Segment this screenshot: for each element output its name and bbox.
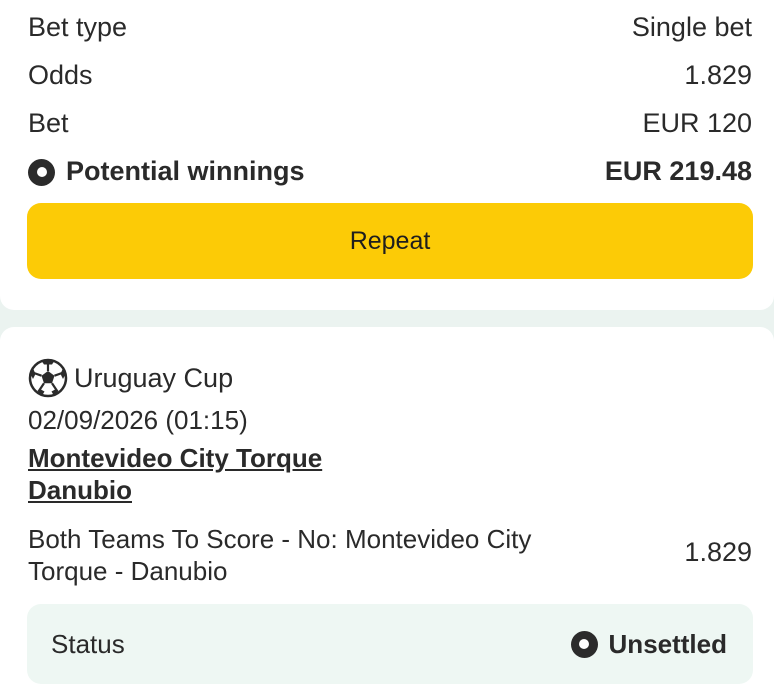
odds-label: Odds bbox=[28, 59, 93, 90]
potential-winnings-value: EUR 219.48 bbox=[604, 155, 752, 186]
selection-odds: 1.829 bbox=[684, 537, 752, 567]
league-name: Uruguay Cup bbox=[74, 362, 234, 393]
status-value: Unsettled bbox=[608, 628, 727, 659]
event-datetime: 02/09/2026 (01:15) bbox=[28, 405, 248, 435]
bet-amount-label: Bet bbox=[28, 107, 69, 138]
status-value-wrap: Unsettled bbox=[570, 628, 727, 660]
bet-summary-card: Bet type Single bet Odds 1.829 Bet EUR 1… bbox=[0, 0, 774, 310]
potential-winnings-row: Potential winnings EUR 219.48 bbox=[28, 151, 752, 191]
status-indicator-icon bbox=[570, 630, 598, 658]
status-label: Status bbox=[51, 628, 125, 659]
league-header: Uruguay Cup bbox=[28, 358, 233, 398]
bet-amount-value: EUR 120 bbox=[642, 107, 752, 138]
match-home-team: Montevideo City Torque bbox=[28, 443, 323, 473]
repeat-button[interactable]: Repeat bbox=[27, 203, 753, 279]
market-line-2: Torque - Danubio bbox=[28, 556, 228, 586]
soccer-ball-icon bbox=[28, 358, 68, 398]
market-selection: Both Teams To Score - No: Montevideo Cit… bbox=[28, 523, 608, 587]
market-line-1: Both Teams To Score - No: Montevideo Cit… bbox=[28, 524, 532, 554]
bet-type-label: Bet type bbox=[28, 11, 128, 42]
match-link[interactable]: Montevideo City Torque Danubio bbox=[28, 442, 358, 506]
odds-value: 1.829 bbox=[684, 59, 752, 90]
bet-type-row: Bet type Single bet bbox=[28, 7, 752, 47]
bet-type-value: Single bet bbox=[631, 11, 752, 42]
potential-winnings-label-wrap: Potential winnings bbox=[28, 156, 305, 187]
odds-row: Odds 1.829 bbox=[28, 55, 752, 95]
radio-indicator-icon bbox=[28, 158, 55, 186]
match-away-team: Danubio bbox=[28, 475, 132, 505]
status-box: Status Unsettled bbox=[27, 604, 753, 684]
bet-amount-row: Bet EUR 120 bbox=[28, 103, 752, 143]
potential-winnings-label: Potential winnings bbox=[66, 155, 305, 186]
